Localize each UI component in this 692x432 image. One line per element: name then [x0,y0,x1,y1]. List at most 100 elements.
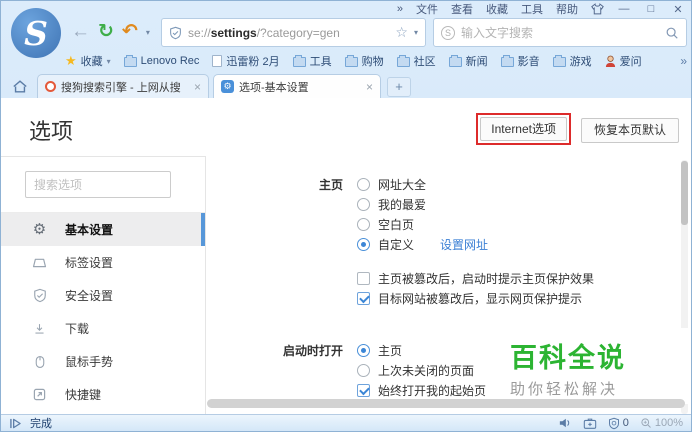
sidebar-item-downloads[interactable]: 下载 [1,312,205,345]
speaker-icon[interactable] [558,417,572,429]
checkbox-label[interactable]: 始终打开我的起始页 [378,382,486,399]
zoom-level: 100% [654,417,683,429]
menu-view[interactable]: 查看 [451,1,473,17]
bookmark-iask[interactable]: 爱问 [605,53,642,69]
radio-my-favorites[interactable] [357,197,370,211]
radio-custom[interactable] [357,237,370,251]
checkbox-label[interactable]: 主页被篡改后，启动时提示主页保护效果 [378,270,594,287]
undo-dropdown-icon[interactable]: ▾ [146,28,150,37]
section-label: 启动时打开 [282,343,343,358]
new-tab-button[interactable]: + [387,77,411,97]
radio-label[interactable]: 网址大全 [378,176,426,193]
medkit-icon[interactable] [583,417,597,430]
bookmark-media[interactable]: 影音 [500,53,540,69]
section-label: 主页 [318,177,343,192]
bookmark-games[interactable]: 游戏 [552,53,592,69]
set-url-link[interactable]: 设置网址 [440,236,488,253]
tab-close-icon[interactable]: × [366,80,373,94]
radio-last-session[interactable] [357,363,370,377]
radio-label[interactable]: 自定义 [378,236,414,253]
radio-blank-page[interactable] [357,217,370,231]
restore-defaults-button[interactable]: 恢复本页默认 [580,118,679,143]
minimize-button[interactable]: — [617,3,631,15]
checkbox-always-open-start-page[interactable] [357,383,370,397]
radio-website-navigation[interactable] [357,177,370,191]
tab-close-icon[interactable]: × [194,80,201,94]
menu-file[interactable]: 文件 [416,1,438,17]
watermark: 百科全说 助你轻松解决 [494,328,691,404]
favorites-dropdown-icon: ▾ [106,56,111,66]
bookmark-tools[interactable]: 工具 [292,53,332,69]
refresh-icon[interactable]: ↻ [98,19,114,45]
settings-search-input[interactable] [25,171,171,198]
menu-help[interactable]: 帮助 [556,1,578,17]
sidebar-item-security-settings[interactable]: 安全设置 [1,279,205,312]
radio-open-homepage[interactable] [357,343,370,357]
radio-label[interactable]: 上次未关闭的页面 [378,362,474,379]
nav-buttons: ← ↻ ↶ ▾ [71,19,150,45]
sogou-search-favicon [45,81,56,92]
folder-icon [552,55,566,67]
shield-check-icon [31,288,48,303]
favorites-menu[interactable]: ★ 收藏 ▾ [65,53,111,69]
radio-label[interactable]: 空白页 [378,216,414,233]
address-dropdown-icon[interactable]: ▾ [414,28,418,37]
bookmark-news[interactable]: 新闻 [448,53,488,69]
checkbox-label[interactable]: 目标网站被篡改后，显示网页保护提示 [378,290,582,307]
address-bar[interactable]: se://settings/?category=gen ☆ ▾ [161,18,426,47]
back-icon[interactable]: ← [71,19,90,45]
vertical-scrollbar-thumb[interactable] [681,161,688,225]
gear-icon: ⚙ [32,221,47,238]
zoom-control[interactable]: 100% [640,417,683,429]
status-text: 完成 [30,418,52,430]
search-bar[interactable]: S [433,18,687,47]
sidebar-search-wrap [1,157,205,213]
search-icon[interactable] [665,26,679,40]
tab-sogou-search[interactable]: 搜狗搜索引擎 - 上网从搜 × [37,74,209,98]
favorite-star-icon[interactable]: ☆ [395,24,408,41]
bookmark-shopping[interactable]: 购物 [344,53,384,69]
tab-bar: 搜狗搜索引擎 - 上网从搜 × ⚙ 选项-基本设置 × + [1,74,691,98]
horizontal-scrollbar-thumb[interactable] [207,399,685,408]
download-icon [31,322,48,336]
menu-favorites[interactable]: 收藏 [486,1,508,17]
internet-options-button[interactable]: Internet选项 [480,117,567,141]
annotation-highlight: Internet选项 [476,113,571,145]
url-text[interactable]: se://settings/?category=gen [188,26,389,40]
checkbox-site-tamper-prompt[interactable] [357,291,370,305]
sidebar-item-shortcuts[interactable]: 快捷键 [1,378,205,411]
radio-label[interactable]: 我的最爱 [378,196,426,213]
menu-overflow-icon[interactable]: » [397,3,403,15]
blocked-count: 0 [622,417,629,429]
mouse-icon [31,355,48,369]
tab-icon [31,257,48,268]
sidebar-item-tab-settings[interactable]: 标签设置 [1,246,205,279]
menu-tools[interactable]: 工具 [521,1,543,17]
settings-favicon-gear-icon: ⚙ [221,80,234,93]
status-bar: 完成 0 100% [1,414,691,431]
settings-page: 选项 Internet选项 恢复本页默认 ⚙ 基本设置 标签设置 安全设置 [1,98,691,414]
undo-icon[interactable]: ↶ [122,19,138,45]
radio-label[interactable]: 主页 [378,342,402,359]
folder-icon [500,55,514,67]
bookmark-community[interactable]: 社区 [396,53,436,69]
tab-settings[interactable]: ⚙ 选项-基本设置 × [213,74,381,98]
site-security-shield-icon [169,26,182,40]
sidebar-item-mouse-gestures[interactable]: 鼠标手势 [1,345,205,378]
search-input[interactable] [461,25,659,40]
close-button[interactable]: ✕ [671,3,685,16]
sidebar-item-basic-settings[interactable]: ⚙ 基本设置 [1,213,205,246]
checkbox-homepage-tamper-prompt[interactable] [357,271,370,285]
status-right: 0 100% [558,417,683,430]
person-icon [605,55,616,68]
maximize-button[interactable]: □ [644,3,658,15]
speed-mode-icon[interactable] [9,418,22,429]
bookmark-lenovo-rec[interactable]: Lenovo Rec [123,55,199,67]
bookmark-xunleifen[interactable]: 迅雷粉 2月 [212,53,280,69]
home-button[interactable] [7,75,33,97]
bookmarks-overflow-icon[interactable]: » [680,54,687,68]
watermark-subtitle: 助你轻松解决 [510,381,619,398]
folder-icon [123,55,137,67]
ad-block-indicator[interactable]: 0 [608,417,629,430]
skin-icon[interactable] [591,3,604,15]
